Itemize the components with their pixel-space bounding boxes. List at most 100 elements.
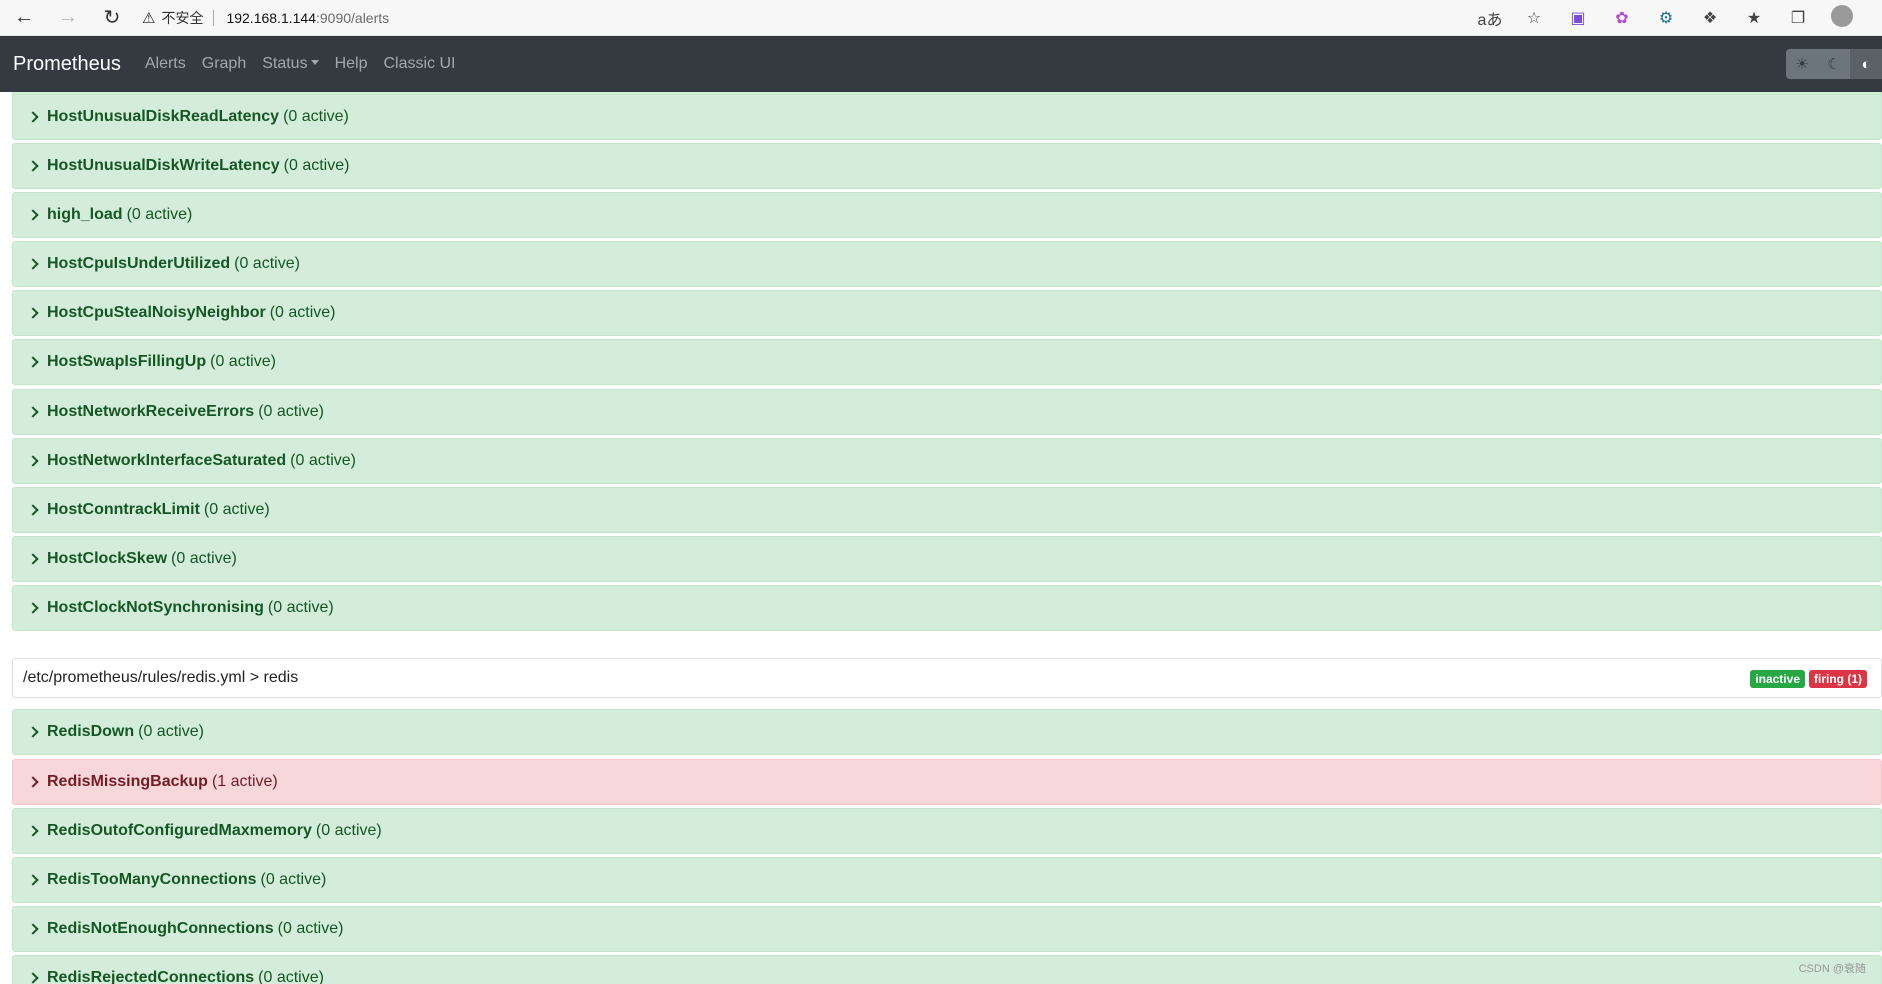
chevron-right-icon <box>27 972 39 984</box>
alerts-list: HostUnusualDiskReadLatency (0 active) Ho… <box>12 92 1882 984</box>
url-path: :9090/alerts <box>315 10 390 26</box>
rule-status: (0 active) <box>260 871 327 888</box>
chevron-right-icon <box>27 602 39 614</box>
chevron-right-icon <box>27 406 39 418</box>
rule-name: HostSwapIsFillingUp <box>47 353 207 370</box>
rule-name: RedisOutofConfiguredMaxmemory <box>47 822 312 839</box>
read-aloud-icon[interactable]: aあ <box>1468 6 1512 30</box>
caret-down-icon <box>310 60 319 65</box>
nav-help[interactable]: Help <box>335 55 368 73</box>
rule-row[interactable]: high_load (0 active) <box>12 192 1882 238</box>
puzzle-icon[interactable]: ❖ <box>1688 8 1732 28</box>
rule-row[interactable]: RedisNotEnoughConnections (0 active) <box>12 906 1882 952</box>
rule-row[interactable]: HostClockNotSynchronising (0 active) <box>12 585 1882 631</box>
browser-toolbar: ← → ↻ ⚠ 不安全 192.168.1.144:9090/alerts aあ… <box>0 0 1882 36</box>
chevron-right-icon <box>27 209 39 221</box>
rule-status: (0 active) <box>290 452 356 469</box>
rule-name: HostUnusualDiskReadLatency <box>47 108 280 125</box>
reload-icon[interactable]: ↻ <box>94 0 130 36</box>
rule-row[interactable]: RedisTooManyConnections (0 active) <box>12 857 1882 903</box>
rule-name: HostConntrackLimit <box>47 501 200 518</box>
profile-avatar[interactable] <box>1820 4 1864 32</box>
url-host: 192.168.1.144 <box>226 10 316 26</box>
chevron-right-icon <box>27 825 39 837</box>
rule-row[interactable]: HostNetworkReceiveErrors (0 active) <box>12 389 1882 435</box>
rule-row[interactable]: HostClockSkew (0 active) <box>12 536 1882 582</box>
nav-alerts[interactable]: Alerts <box>145 55 186 73</box>
nav-graph[interactable]: Graph <box>202 55 246 73</box>
rule-status: (0 active) <box>283 157 350 174</box>
collections-icon[interactable]: ❐ <box>1776 8 1820 28</box>
rule-status: (0 active) <box>210 353 276 370</box>
prometheus-navbar: Prometheus Alerts Graph Status Help Clas… <box>0 36 1882 92</box>
rule-row[interactable]: HostSwapIsFillingUp (0 active) <box>12 339 1882 385</box>
rule-name: RedisMissingBackup <box>47 773 208 790</box>
rule-name: high_load <box>47 206 123 223</box>
rule-status: (0 active) <box>234 255 300 272</box>
browser-extensions: aあ ☆ ▣ ✿ ⚙ ❖ ★ ❐ <box>1468 0 1864 36</box>
chevron-right-icon <box>27 455 39 467</box>
copilot-icon[interactable]: ✿ <box>1600 8 1644 28</box>
rule-name: RedisTooManyConnections <box>47 871 257 888</box>
rule-group-header: /etc/prometheus/rules/redis.yml > redis … <box>12 658 1882 698</box>
rule-name: HostCpuIsUnderUtilized <box>47 255 231 272</box>
nav-status-label: Status <box>262 55 308 72</box>
warning-icon: ⚠ <box>142 10 156 27</box>
rule-status: (0 active) <box>258 403 324 420</box>
rule-status: (0 active) <box>277 920 344 937</box>
rule-status: (0 active) <box>203 501 270 518</box>
brand-logo[interactable]: Prometheus <box>13 53 121 76</box>
security-label: 不安全 <box>161 10 204 26</box>
chevron-right-icon <box>27 160 39 172</box>
rule-row-firing[interactable]: RedisMissingBackup (1 active) <box>12 759 1882 805</box>
chevron-right-icon <box>27 726 39 738</box>
rule-row[interactable]: HostCpuIsUnderUtilized (0 active) <box>12 241 1882 287</box>
favorites-icon[interactable]: ★ <box>1732 8 1776 28</box>
rule-row[interactable]: HostUnusualDiskWriteLatency (0 active) <box>12 143 1882 189</box>
settings-extension-icon[interactable]: ⚙ <box>1644 8 1688 28</box>
extension-icon[interactable]: ▣ <box>1556 8 1600 28</box>
chevron-right-icon <box>27 356 39 368</box>
rule-row[interactable]: RedisRejectedConnections (0 active) <box>12 955 1882 984</box>
rule-status: (0 active) <box>138 723 204 740</box>
chevron-right-icon <box>27 307 39 319</box>
rule-name: RedisDown <box>47 723 135 740</box>
rule-row[interactable]: RedisOutofConfiguredMaxmemory (0 active) <box>12 808 1882 854</box>
watermark: CSDN @衰随 <box>1798 963 1866 975</box>
chevron-right-icon <box>27 504 39 516</box>
rule-name: HostCpuStealNoisyNeighbor <box>47 304 266 321</box>
rule-row[interactable]: HostConntrackLimit (0 active) <box>12 487 1882 533</box>
theme-toggle-group: ☀ ☾ ◐ <box>1786 49 1882 79</box>
address-bar[interactable]: ⚠ 不安全 192.168.1.144:9090/alerts <box>142 3 1542 33</box>
chevron-right-icon <box>27 553 39 565</box>
sun-icon[interactable]: ☀ <box>1786 49 1818 79</box>
group-badges: inactive firing (1) <box>1750 670 1867 688</box>
favorite-star-icon[interactable]: ☆ <box>1512 8 1556 28</box>
rule-name: RedisNotEnoughConnections <box>47 920 274 937</box>
rule-name: HostClockSkew <box>47 550 168 567</box>
rule-name: HostUnusualDiskWriteLatency <box>47 157 280 174</box>
address-divider <box>213 10 215 26</box>
rule-name: HostNetworkInterfaceSaturated <box>47 452 287 469</box>
rule-status: (0 active) <box>315 822 382 839</box>
rule-row[interactable]: RedisDown (0 active) <box>12 709 1882 755</box>
chevron-right-icon <box>27 923 39 935</box>
rule-status: (1 active) <box>211 773 278 790</box>
chevron-right-icon <box>27 258 39 270</box>
inactive-badge[interactable]: inactive <box>1750 670 1805 688</box>
rule-row[interactable]: HostCpuStealNoisyNeighbor (0 active) <box>12 290 1882 336</box>
rule-group-title: /etc/prometheus/rules/redis.yml > redis <box>23 669 299 686</box>
moon-icon[interactable]: ☾ <box>1818 49 1850 79</box>
rule-status: (0 active) <box>171 550 237 567</box>
chevron-right-icon <box>27 776 39 788</box>
rule-row[interactable]: HostUnusualDiskReadLatency (0 active) <box>12 94 1882 140</box>
forward-arrow-icon[interactable]: → <box>50 0 86 36</box>
auto-theme-icon[interactable]: ◐ <box>1850 49 1882 79</box>
back-arrow-icon[interactable]: ← <box>6 0 42 36</box>
firing-badge[interactable]: firing (1) <box>1809 670 1867 688</box>
rule-status: (0 active) <box>269 304 336 321</box>
rule-row[interactable]: HostNetworkInterfaceSaturated (0 active) <box>12 438 1882 484</box>
nav-status[interactable]: Status <box>262 55 319 73</box>
nav-classic-ui[interactable]: Classic UI <box>383 55 455 73</box>
rule-status: (0 active) <box>283 108 349 125</box>
